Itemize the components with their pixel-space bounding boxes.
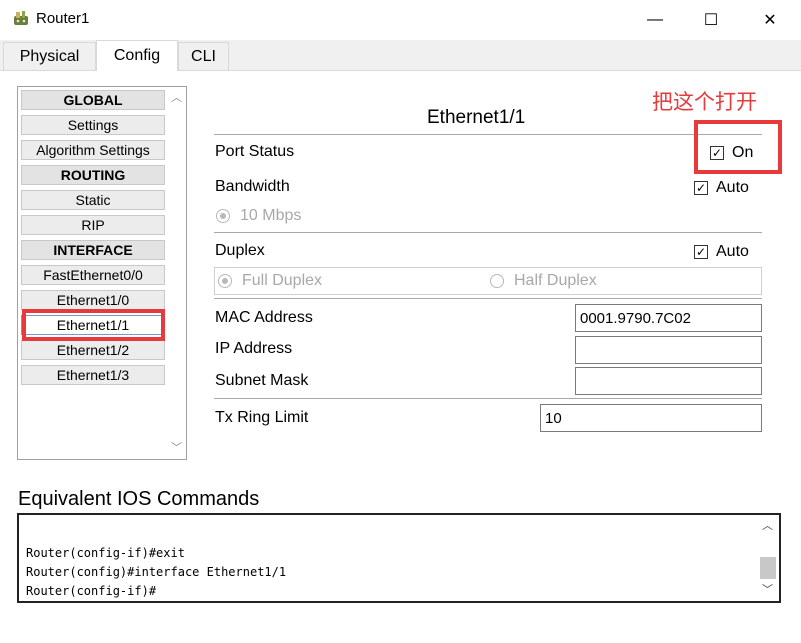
divider [214,398,762,399]
tab-cli[interactable]: CLI [178,42,229,70]
ios-commands-heading: Equivalent IOS Commands [18,488,260,510]
sidebar-item-ethernet1-2[interactable]: Ethernet1/2 [21,340,165,360]
highlight-box-ethernet1-1 [22,309,165,341]
annotation-text: 把这个打开 [652,91,757,114]
sidebar-item-settings[interactable]: Settings [21,115,165,135]
radio-selected-icon[interactable] [216,209,230,223]
subnet-mask-field[interactable] [575,367,762,395]
bandwidth-10mbps-label: 10 Mbps [240,207,302,224]
scroll-up-icon[interactable]: ︿ [171,89,182,105]
sidebar-header-routing[interactable]: ROUTING [21,165,165,185]
maximize-icon: ☐ [703,12,719,29]
duplex-auto-checkbox[interactable]: ✓ Auto [694,243,749,261]
sidebar-item-algorithm-settings[interactable]: Algorithm Settings [21,140,165,160]
full-duplex-radio[interactable]: Full Duplex [218,272,322,290]
divider [214,232,762,233]
radio-unselected-icon[interactable] [490,274,504,288]
ip-address-field[interactable] [575,336,762,364]
checkbox-checked-icon[interactable]: ✓ [694,245,708,259]
ios-command-line: Router(config)#interface Ethernet1/1 [26,565,287,579]
sidebar-item-ethernet1-0[interactable]: Ethernet1/0 [21,290,165,310]
sidebar-item-rip[interactable]: RIP [21,215,165,235]
ios-commands-console[interactable]: Router(config-if)#exit Router(config)#in… [17,513,781,603]
maximize-button[interactable]: ☐ [683,0,739,40]
sidebar-item-static[interactable]: Static [21,190,165,210]
sidebar-scrollbar[interactable]: ︿ ﹀ [168,87,186,459]
scroll-down-icon[interactable]: ﹀ [171,439,182,455]
highlight-box-port-status [694,120,782,174]
radio-selected-icon[interactable] [218,274,232,288]
tx-ring-limit-label: Tx Ring Limit [215,409,309,426]
divider [214,134,762,135]
sidebar-header-interface[interactable]: INTERFACE [21,240,165,260]
minimize-icon: — [647,11,663,28]
scroll-down-icon[interactable]: ﹀ [762,581,773,597]
sidebar-item-ethernet1-3[interactable]: Ethernet1/3 [21,365,165,385]
scroll-up-icon[interactable]: ︿ [762,517,773,533]
close-button[interactable]: ✕ [742,0,798,40]
duplex-label: Duplex [215,242,265,259]
bandwidth-10mbps-radio[interactable]: 10 Mbps [216,207,301,225]
config-sidebar: GLOBAL Settings Algorithm Settings ROUTI… [17,86,187,460]
ip-address-label: IP Address [215,340,293,357]
ios-command-line: Router(config-if)# [26,584,157,598]
scroll-thumb[interactable] [760,557,776,579]
checkbox-checked-icon[interactable]: ✓ [694,181,708,195]
bandwidth-label: Bandwidth [215,178,290,195]
full-duplex-label: Full Duplex [242,272,323,289]
subnet-mask-label: Subnet Mask [215,372,309,389]
mac-address-label: MAC Address [215,309,313,326]
port-status-label: Port Status [215,143,295,160]
half-duplex-label: Half Duplex [514,272,597,289]
sidebar-header-global[interactable]: GLOBAL [21,90,165,110]
panel-title: Ethernet1/1 [427,107,526,128]
divider [214,298,762,299]
sidebar-item-fastethernet0-0[interactable]: FastEthernet0/0 [21,265,165,285]
tab-physical[interactable]: Physical [3,42,96,70]
half-duplex-radio[interactable]: Half Duplex [490,272,597,290]
ios-scrollbar[interactable]: ︿ ﹀ [759,515,777,601]
bandwidth-auto-label: Auto [716,179,749,196]
mac-address-field[interactable]: 0001.9790.7C02 [575,304,762,332]
minimize-button[interactable]: — [627,0,683,40]
close-icon: ✕ [763,12,777,29]
tx-ring-limit-field[interactable]: 10 [540,404,762,432]
router-app-icon [12,10,32,28]
tab-config[interactable]: Config [96,40,178,71]
bandwidth-auto-checkbox[interactable]: ✓ Auto [694,179,749,197]
ios-command-line: Router(config-if)#exit [26,546,185,560]
window-title: Router1 [36,10,90,27]
duplex-auto-label: Auto [716,243,749,260]
